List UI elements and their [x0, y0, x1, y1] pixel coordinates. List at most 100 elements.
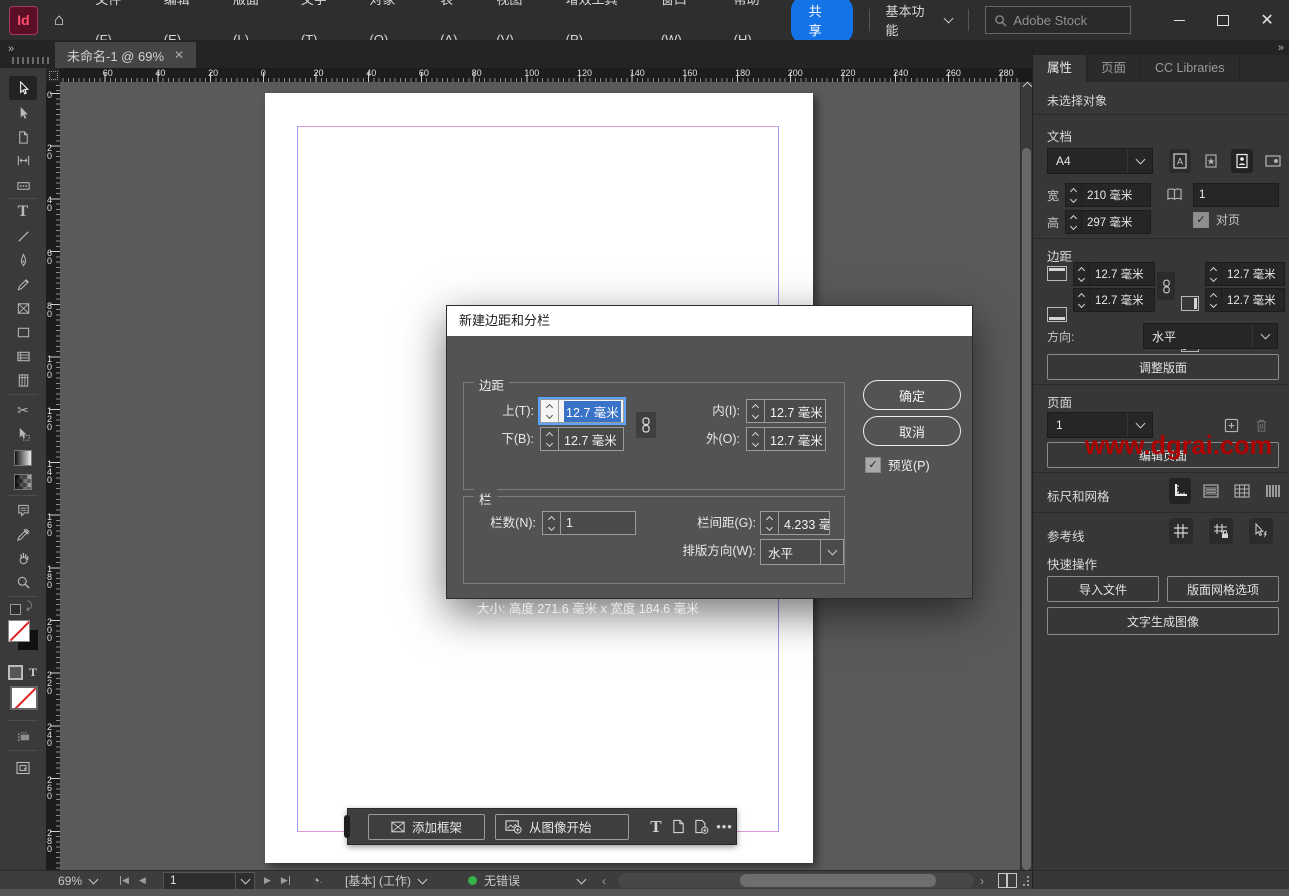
vertical-grid-tool[interactable]: [9, 368, 37, 392]
inside-margin-value[interactable]: 12.7 毫米: [765, 400, 825, 422]
horizontal-ruler[interactable]: 8060402002040608010012014016018020022024…: [46, 68, 1020, 82]
rotation-icon[interactable]: ◔.: [312, 871, 322, 890]
spinner[interactable]: [541, 428, 559, 450]
orientation-portrait-icon[interactable]: [1231, 149, 1253, 173]
spinner[interactable]: [1206, 263, 1222, 285]
preflight-status[interactable]: 无错误: [468, 871, 520, 890]
ruler-icon[interactable]: [1169, 478, 1191, 504]
panel-bottom-margin-field[interactable]: 12.7 毫米: [1073, 288, 1155, 312]
spinner[interactable]: [543, 512, 561, 534]
home-icon[interactable]: ⌂: [54, 10, 64, 30]
resize-grip-icon[interactable]: [1018, 871, 1030, 890]
last-page-icon[interactable]: ▶: [281, 875, 290, 886]
page-icon[interactable]: [667, 819, 690, 834]
document-tab[interactable]: 未命名-1 @ 69% ✕: [55, 42, 196, 68]
guides-icon[interactable]: [1169, 518, 1193, 544]
scroll-left-icon[interactable]: ‹: [602, 871, 606, 890]
top-margin-field[interactable]: 12.7 毫米: [540, 399, 624, 423]
formatting-affects-toggle[interactable]: T: [8, 664, 38, 680]
eyedropper-tool[interactable]: [9, 522, 37, 546]
document-grid-icon[interactable]: [1231, 478, 1253, 504]
gutter-field[interactable]: 4.233 毫米: [760, 511, 830, 535]
gradient-tool[interactable]: [9, 446, 37, 470]
tab-cc-libraries[interactable]: CC Libraries: [1141, 55, 1239, 82]
panel-outside-margin-field[interactable]: 12.7 毫米: [1205, 288, 1285, 312]
spinner[interactable]: [1074, 289, 1090, 311]
add-frame-button[interactable]: 添加框架: [368, 814, 485, 840]
note-tool[interactable]: [9, 498, 37, 522]
adobe-stock-search[interactable]: Adobe Stock: [985, 6, 1131, 34]
minimize-button[interactable]: [1157, 0, 1201, 40]
spinner[interactable]: [761, 512, 779, 534]
share-button[interactable]: 共享: [791, 0, 853, 44]
toolbar-drag-handle[interactable]: [344, 815, 350, 838]
page-size-preset-select[interactable]: A4: [1047, 148, 1153, 174]
doc-a-icon[interactable]: A: [1169, 149, 1191, 173]
add-page-icon[interactable]: [690, 819, 713, 834]
panel-top-margin-value[interactable]: 12.7 毫米: [1090, 263, 1154, 285]
toolbar-grip[interactable]: [12, 57, 50, 64]
link-margins-icon[interactable]: [636, 412, 656, 438]
facing-pages-row[interactable]: ✓ 对页: [1193, 211, 1240, 228]
page-number-select[interactable]: 1: [163, 872, 255, 890]
zoom-level-control[interactable]: 69%: [58, 871, 97, 890]
maximize-button[interactable]: [1201, 0, 1245, 40]
guides-lock-icon[interactable]: [1209, 518, 1233, 544]
selection-tool[interactable]: [9, 76, 37, 100]
gutter-value[interactable]: 4.233 毫米: [779, 512, 829, 534]
ok-button[interactable]: 确定: [863, 380, 961, 410]
vertical-ruler[interactable]: 020406080100120140160180200220240260280: [46, 82, 60, 870]
panel-inside-margin-value[interactable]: 12.7 毫米: [1222, 263, 1284, 285]
spinner[interactable]: [1066, 184, 1082, 206]
horizontal-grid-tool[interactable]: [9, 344, 37, 368]
cancel-button[interactable]: 取消: [863, 416, 961, 446]
preflight-menu-chevron[interactable]: [578, 871, 585, 890]
content-collector-tool[interactable]: [9, 173, 37, 197]
indesign-logo[interactable]: Id: [9, 6, 38, 35]
height-value[interactable]: 297 毫米: [1082, 211, 1150, 233]
preview-checkbox-row[interactable]: ✓ 预览(P): [865, 455, 930, 474]
direct-selection-tool[interactable]: [9, 101, 37, 125]
default-swatches-swap[interactable]: ⤸: [8, 602, 38, 618]
scrollbar-thumb[interactable]: [740, 874, 936, 887]
top-margin-value[interactable]: 12.7 毫米: [564, 401, 621, 422]
container-icon[interactable]: [8, 665, 23, 680]
dialog-title[interactable]: 新建边距和分栏: [447, 306, 972, 336]
scroll-right-icon[interactable]: ›: [980, 871, 984, 890]
spinner[interactable]: [1066, 211, 1082, 233]
apply-color-swatch[interactable]: [10, 686, 38, 710]
zoom-tool[interactable]: [9, 570, 37, 594]
gap-tool[interactable]: [9, 148, 37, 172]
preview-checkbox[interactable]: ✓: [865, 457, 881, 473]
rectangle-tool[interactable]: [9, 320, 37, 344]
close-tab-icon[interactable]: ✕: [174, 48, 184, 62]
spinner[interactable]: [541, 400, 559, 422]
layout-grid-options-button[interactable]: 版面网格选项: [1167, 576, 1279, 602]
free-transform-tool[interactable]: [9, 422, 37, 446]
spinner[interactable]: [747, 428, 765, 450]
first-page-icon[interactable]: ◀: [120, 875, 129, 886]
width-value[interactable]: 210 毫米: [1082, 184, 1150, 206]
bottom-margin-field[interactable]: 12.7 毫米: [540, 427, 624, 451]
facing-pages-checkbox[interactable]: ✓: [1193, 212, 1209, 228]
screen-mode-icon[interactable]: [9, 756, 37, 780]
outside-margin-field[interactable]: 12.7 毫米: [746, 427, 826, 451]
hand-tool[interactable]: [9, 546, 37, 570]
columns-grid-icon[interactable]: [1262, 478, 1284, 504]
spinner[interactable]: [747, 400, 765, 422]
pencil-tool[interactable]: [9, 272, 37, 296]
width-field[interactable]: 210 毫米: [1065, 183, 1151, 207]
import-file-button[interactable]: 导入文件: [1047, 576, 1159, 602]
swap-fill-stroke-icon[interactable]: ⤸: [26, 600, 33, 613]
more-options-icon[interactable]: •••: [713, 819, 736, 834]
expand-panel-icon[interactable]: »: [8, 43, 12, 55]
book-icon[interactable]: [1163, 182, 1185, 206]
view-options-icon[interactable]: [9, 724, 37, 748]
split-view-icon[interactable]: [998, 871, 1017, 890]
baseline-grid-icon[interactable]: [1200, 478, 1222, 504]
next-page-icon[interactable]: ▶: [264, 875, 271, 886]
smart-guides-icon[interactable]: [1249, 518, 1273, 544]
pages-count-value[interactable]: 1: [1194, 184, 1278, 206]
text-icon[interactable]: T: [29, 665, 37, 680]
inside-margin-field[interactable]: 12.7 毫米: [746, 399, 826, 423]
